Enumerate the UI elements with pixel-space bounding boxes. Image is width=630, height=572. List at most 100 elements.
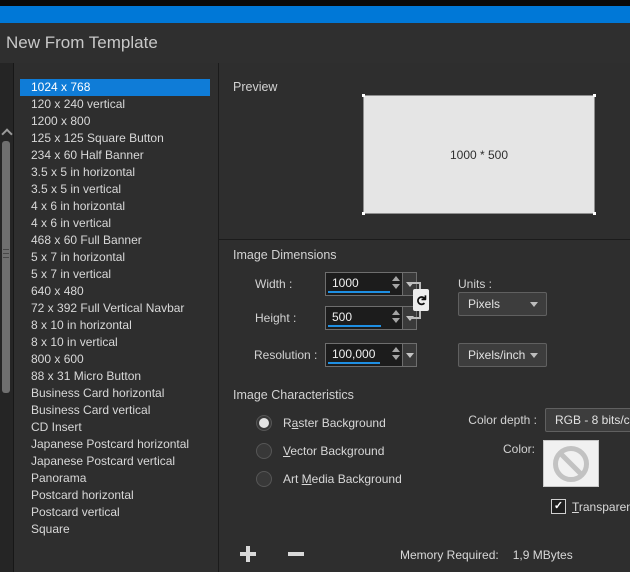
height-value: 500 [332, 310, 352, 324]
chevron-down-icon [530, 353, 538, 358]
radio-icon [256, 471, 272, 487]
add-template-button[interactable] [240, 546, 256, 562]
preview-corner-handle [362, 212, 365, 215]
list-item[interactable]: 5 x 7 in vertical [20, 266, 210, 283]
list-item[interactable]: 800 x 600 [20, 351, 210, 368]
list-item[interactable]: Postcard horizontal [20, 487, 210, 504]
width-decrement-icon[interactable] [392, 284, 400, 289]
list-item[interactable]: 5 x 7 in horizontal [20, 249, 210, 266]
radio-icon [256, 443, 272, 459]
vector-background-radio[interactable]: Vector Background [256, 443, 384, 459]
list-item[interactable]: 8 x 10 in horizontal [20, 317, 210, 334]
scrollbar-grip [3, 257, 9, 258]
background-window-strip [0, 63, 14, 572]
radio-icon [256, 415, 272, 431]
scrollbar-grip [3, 249, 9, 250]
list-item[interactable]: Square [20, 521, 210, 538]
list-item[interactable]: 3.5 x 5 in vertical [20, 181, 210, 198]
resolution-input[interactable]: 100,000 [325, 343, 403, 367]
transparent-checkbox[interactable]: ✓ [551, 499, 566, 514]
list-item[interactable]: CD Insert [20, 419, 210, 436]
resolution-label: Resolution : [254, 348, 317, 362]
color-depth-label: Color depth : [455, 413, 537, 427]
width-underline [328, 291, 390, 293]
list-item[interactable]: 234 x 60 Half Banner [20, 147, 210, 164]
list-item[interactable]: 468 x 60 Full Banner [20, 232, 210, 249]
remove-template-button[interactable] [288, 552, 304, 556]
resolution-increment-icon[interactable] [392, 347, 400, 352]
scroll-up-icon[interactable] [1, 128, 12, 139]
memory-required: Memory Required: 1,9 MBytes [400, 548, 573, 562]
transparent-none-icon [552, 445, 590, 483]
resolution-spinner: 100,000 [325, 343, 417, 367]
width-value: 1000 [332, 276, 359, 290]
list-item[interactable]: Postcard vertical [20, 504, 210, 521]
scrollbar-grip [3, 253, 9, 254]
units-select[interactable]: Pixels [458, 292, 547, 316]
list-item[interactable]: 640 x 480 [20, 283, 210, 300]
preview-corner-handle [362, 94, 365, 97]
background-color-swatch[interactable] [543, 440, 599, 487]
raster-background-radio[interactable]: Raster Background [256, 415, 386, 431]
width-input[interactable]: 1000 [325, 272, 403, 296]
height-increment-icon[interactable] [392, 310, 400, 315]
list-item[interactable]: Japanese Postcard horizontal [20, 436, 210, 453]
panel-divider [218, 63, 219, 572]
checkmark-icon: ✓ [554, 501, 563, 512]
image-characteristics-header: Image Characteristics [233, 388, 354, 402]
resolution-decrement-icon[interactable] [392, 355, 400, 360]
window-accent-bar [0, 6, 630, 23]
resolution-value: 100,000 [332, 347, 375, 361]
new-from-template-dialog: New From Template 1024 x 768120 x 240 ve… [0, 0, 630, 572]
art-media-background-label: Art Media Background [283, 472, 402, 486]
list-item[interactable]: 1200 x 800 [20, 113, 210, 130]
list-item[interactable]: 8 x 10 in vertical [20, 334, 210, 351]
preview-size-text: 1000 * 500 [364, 96, 594, 213]
preview-header: Preview [233, 80, 277, 94]
resolution-dropdown-button[interactable] [403, 343, 417, 367]
list-item[interactable]: 3.5 x 5 in horizontal [20, 164, 210, 181]
section-divider [219, 239, 630, 240]
list-item[interactable]: 4 x 6 in vertical [20, 215, 210, 232]
height-input[interactable]: 500 [325, 306, 403, 330]
memory-required-label: Memory Required: [400, 548, 499, 562]
height-underline [328, 325, 381, 327]
color-label: Color: [455, 442, 535, 456]
list-item[interactable]: 4 x 6 in horizontal [20, 198, 210, 215]
height-spinner: 500 [325, 306, 417, 330]
list-item[interactable]: Panorama [20, 470, 210, 487]
height-decrement-icon[interactable] [392, 318, 400, 323]
list-item[interactable]: 120 x 240 vertical [20, 96, 210, 113]
width-label: Width : [255, 277, 292, 291]
memory-required-value: 1,9 MBytes [513, 548, 573, 562]
list-item[interactable]: 72 x 392 Full Vertical Navbar [20, 300, 210, 317]
lock-aspect-ratio-icon[interactable]: ↻ [413, 289, 429, 311]
preview-canvas: 1000 * 500 [363, 95, 595, 214]
list-item[interactable]: Business Card horizontal [20, 385, 210, 402]
chevron-down-icon [530, 302, 538, 307]
list-item[interactable]: Business Card vertical [20, 402, 210, 419]
list-item[interactable]: 1024 x 768 [20, 79, 210, 96]
preview-corner-handle [593, 94, 596, 97]
scrollbar-thumb[interactable] [2, 141, 10, 393]
image-dimensions-header: Image Dimensions [233, 248, 337, 262]
resolution-units-value: Pixels/inch [468, 348, 525, 362]
units-value: Pixels [468, 297, 500, 311]
vector-background-label: Vector Background [283, 444, 384, 458]
art-media-background-radio[interactable]: Art Media Background [256, 471, 402, 487]
list-item[interactable]: 88 x 31 Micro Button [20, 368, 210, 385]
color-depth-select[interactable]: RGB - 8 bits/channel [545, 408, 630, 432]
list-item[interactable]: 125 x 125 Square Button [20, 130, 210, 147]
preview-corner-handle [593, 212, 596, 215]
chevron-down-icon [406, 353, 414, 358]
resolution-units-select[interactable]: Pixels/inch [458, 343, 547, 367]
raster-background-label: Raster Background [283, 416, 386, 430]
height-label: Height : [255, 311, 296, 325]
color-depth-value: RGB - 8 bits/channel [555, 413, 630, 427]
list-item[interactable]: Japanese Postcard vertical [20, 453, 210, 470]
dialog-title-bar: New From Template [0, 23, 630, 63]
width-increment-icon[interactable] [392, 276, 400, 281]
link-bracket [409, 317, 421, 319]
units-label: Units : [458, 277, 492, 291]
transparent-label: Transparent [572, 500, 630, 514]
